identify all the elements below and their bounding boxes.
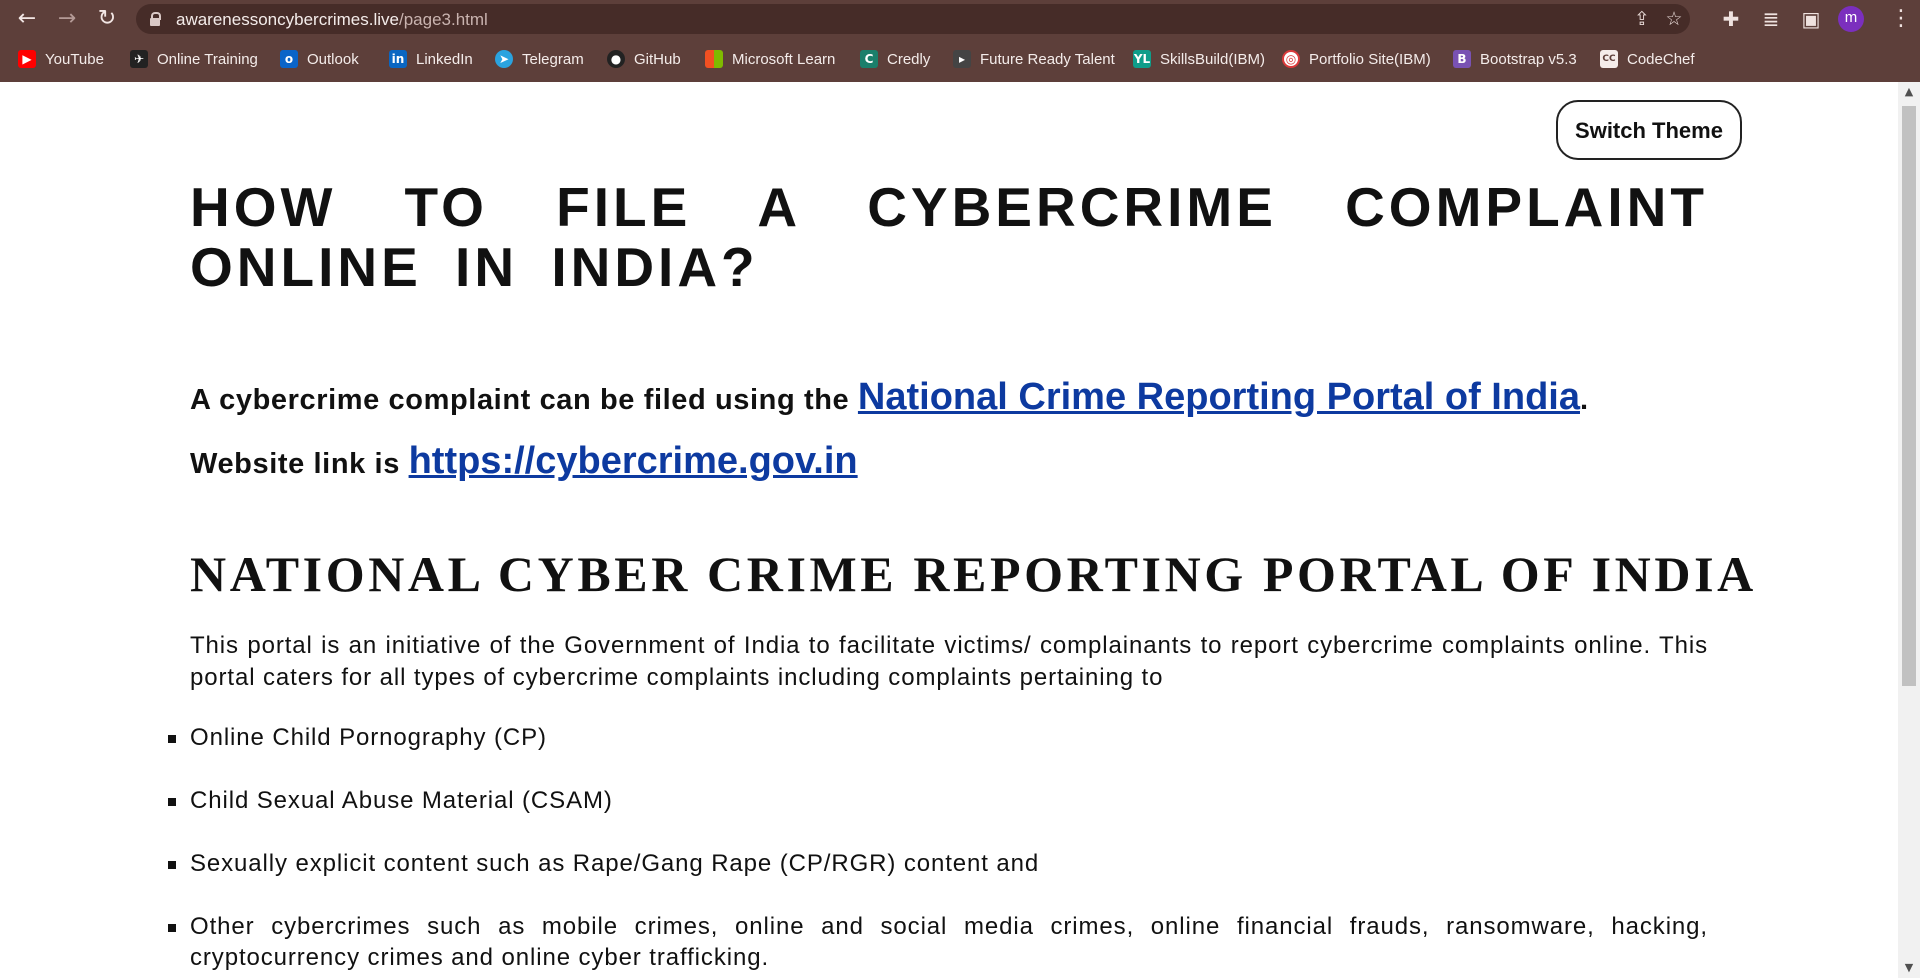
scroll-up-icon[interactable]: ▲ xyxy=(1898,82,1920,102)
bookmark-label: Portfolio Site(IBM) xyxy=(1309,50,1431,68)
extensions-icon[interactable]: ✚ xyxy=(1716,4,1746,34)
portal-heading: NATIONAL CYBER CRIME REPORTING PORTAL OF… xyxy=(190,546,1757,602)
crime-types-list: Online Child Pornography (CP) Child Sexu… xyxy=(168,722,1708,978)
list-item-text: Child Sexual Abuse Material (CSAM) xyxy=(190,787,613,814)
portfolio-icon: ◎ xyxy=(1282,50,1300,68)
share-icon[interactable]: ⇪ xyxy=(1630,7,1654,31)
online-training-icon: ✈ xyxy=(130,50,148,68)
address-bar[interactable]: awarenessoncybercrimes.live/page3.html ⇪… xyxy=(136,4,1690,34)
bookmark-label: Future Ready Talent xyxy=(980,50,1115,68)
bookmark-codechef[interactable]: CC CodeChef xyxy=(1600,48,1695,70)
bookmark-label: SkillsBuild(IBM) xyxy=(1160,50,1266,68)
page-viewport: Switch Theme HOW TO FILE A CYBERCRIME CO… xyxy=(0,82,1898,978)
browser-menu-icon[interactable]: ⋮ xyxy=(1890,4,1912,34)
bookmark-telegram[interactable]: ➤ Telegram xyxy=(495,48,584,70)
bookmark-label: LinkedIn xyxy=(416,50,473,68)
bookmark-label: Online Training xyxy=(157,50,258,68)
bullet-icon xyxy=(168,735,176,743)
bookmark-outlook[interactable]: o Outlook xyxy=(280,48,359,70)
switch-theme-button[interactable]: Switch Theme xyxy=(1556,100,1742,160)
lock-icon xyxy=(150,12,161,26)
url-host: awarenessoncybercrimes.live xyxy=(176,10,399,29)
bookmark-label: Credly xyxy=(887,50,931,68)
bookmark-label: GitHub xyxy=(634,50,681,68)
bookmarks-bar: ▶ YouTube ✈ Online Training o Outlook in… xyxy=(0,44,1920,74)
website-link[interactable]: https://cybercrime.gov.in xyxy=(409,440,858,482)
list-item: Child Sexual Abuse Material (CSAM) xyxy=(168,785,1708,816)
portal-link[interactable]: National Crime Reporting Portal of India xyxy=(858,376,1580,418)
bookmark-github[interactable]: ● GitHub xyxy=(607,48,681,70)
bootstrap-icon: B xyxy=(1453,50,1471,68)
list-item: Other cybercrimes such as mobile crimes,… xyxy=(168,911,1708,973)
github-icon: ● xyxy=(607,50,625,68)
bookmark-skillsbuild[interactable]: YL SkillsBuild(IBM) xyxy=(1133,48,1265,70)
list-item-text: Other cybercrimes such as mobile crimes,… xyxy=(190,913,1708,971)
bookmark-microsoft-learn[interactable]: Microsoft Learn xyxy=(705,48,835,70)
bookmark-online-training[interactable]: ✈ Online Training xyxy=(130,48,258,70)
url-text[interactable]: awarenessoncybercrimes.live/page3.html xyxy=(176,10,488,30)
intro-suffix: . xyxy=(1579,384,1589,416)
bookmark-portfolio-site[interactable]: ◎ Portfolio Site(IBM) xyxy=(1282,48,1431,70)
linkedin-icon: in xyxy=(389,50,407,68)
outlook-icon: o xyxy=(280,50,298,68)
bookmark-label: Telegram xyxy=(522,50,584,68)
intro-line-website: Website link is https://cybercrime.gov.i… xyxy=(190,440,858,483)
bookmark-star-icon[interactable]: ☆ xyxy=(1662,7,1686,31)
intro-text: A cybercrime complaint can be filed usin… xyxy=(190,384,858,416)
bookmark-youtube[interactable]: ▶ YouTube xyxy=(18,48,104,70)
page-title: HOW TO FILE A CYBERCRIME COMPLAINT ONLIN… xyxy=(190,176,1708,298)
bookmark-label: Outlook xyxy=(307,50,359,68)
portal-description: This portal is an initiative of the Gove… xyxy=(190,632,1708,691)
browser-toolbar: ← → ↻ awarenessoncybercrimes.live/page3.… xyxy=(0,0,1920,38)
bullet-icon xyxy=(168,798,176,806)
future-ready-talent-icon: ▸ xyxy=(953,50,971,68)
side-panel-icon[interactable]: ▣ xyxy=(1796,4,1826,34)
vertical-scrollbar[interactable]: ▲ ▼ xyxy=(1898,82,1920,978)
microsoft-icon xyxy=(705,50,723,68)
bookmark-credly[interactable]: C Credly xyxy=(860,48,930,70)
list-item-text: Online Child Pornography (CP) xyxy=(190,724,547,751)
back-icon[interactable]: ← xyxy=(12,4,42,34)
credly-icon: C xyxy=(860,50,878,68)
bookmark-label: CodeChef xyxy=(1627,50,1695,68)
list-item: Sexually explicit content such as Rape/G… xyxy=(168,848,1708,879)
bookmark-label: Microsoft Learn xyxy=(732,50,836,68)
telegram-icon: ➤ xyxy=(495,50,513,68)
bullet-icon xyxy=(168,861,176,869)
forward-icon[interactable]: → xyxy=(52,4,82,34)
bookmark-future-ready-talent[interactable]: ▸ Future Ready Talent xyxy=(953,48,1115,70)
list-item-text: Sexually explicit content such as Rape/G… xyxy=(190,850,1040,877)
bookmark-label: YouTube xyxy=(45,50,104,68)
browser-chrome: ← → ↻ awarenessoncybercrimes.live/page3.… xyxy=(0,0,1920,82)
bullet-icon xyxy=(168,924,176,932)
bookmark-bootstrap[interactable]: B Bootstrap v5.3 xyxy=(1453,48,1577,70)
website-label: Website link is xyxy=(190,448,409,480)
scrollbar-thumb[interactable] xyxy=(1902,106,1916,686)
skillsbuild-icon: YL xyxy=(1133,50,1151,68)
media-control-icon[interactable]: ≣ xyxy=(1756,4,1786,34)
bookmark-linkedin[interactable]: in LinkedIn xyxy=(389,48,473,70)
url-path: /page3.html xyxy=(398,10,488,29)
list-item: Online Child Pornography (CP) xyxy=(168,722,1708,753)
scroll-down-icon[interactable]: ▼ xyxy=(1898,958,1920,978)
profile-avatar[interactable]: m xyxy=(1838,6,1864,32)
reload-icon[interactable]: ↻ xyxy=(92,4,122,34)
bookmark-label: Bootstrap v5.3 xyxy=(1480,50,1577,68)
codechef-icon: CC xyxy=(1600,50,1618,68)
intro-line-portal: A cybercrime complaint can be filed usin… xyxy=(190,376,1589,419)
youtube-icon: ▶ xyxy=(18,50,36,68)
